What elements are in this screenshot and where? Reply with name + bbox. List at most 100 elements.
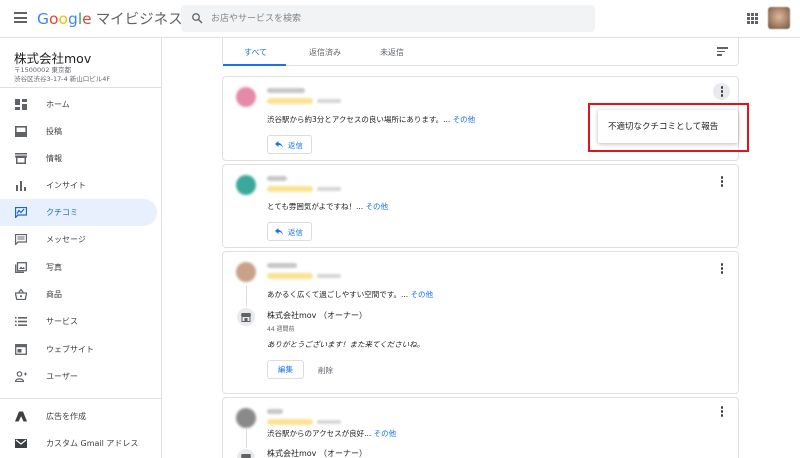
sidebar-item-custom-gmail[interactable]: カスタム Gmail アドレス (0, 430, 157, 457)
more-vert-icon[interactable] (720, 176, 724, 188)
sidebar-item-label: ユーザー (46, 372, 78, 381)
sidebar-item-home[interactable]: ホーム (0, 91, 157, 118)
rating-stars (267, 419, 313, 425)
tab-unreplied[interactable]: 未返信 (380, 47, 404, 58)
sidebar-item-label: ウェブサイト (46, 345, 94, 354)
reviewer-name (267, 88, 305, 93)
sort-icon[interactable] (717, 47, 728, 56)
delete-reply-button[interactable]: 削除 (318, 365, 333, 376)
business-name: 株式会社mov (14, 51, 92, 66)
sidebar-item-label: 広告を作成 (46, 412, 86, 421)
review-date (317, 274, 341, 278)
store-icon (241, 313, 251, 322)
google-ads-icon (15, 411, 27, 422)
reviewer-avatar (236, 175, 256, 195)
owner-name: 株式会社mov （オーナー） (267, 449, 367, 458)
message-icon (15, 234, 27, 245)
sidebar-item-label: 投稿 (46, 127, 62, 136)
dashboard-icon (15, 99, 27, 110)
tab-all[interactable]: すべて (244, 47, 267, 58)
edit-reply-button[interactable]: 編集 (267, 360, 304, 379)
review-text: とても雰囲気がよですね！... その他 (267, 202, 389, 211)
search-bar[interactable] (181, 5, 595, 32)
sidebar-item-label: カスタム Gmail アドレス (46, 439, 139, 448)
google-my-business-logo[interactable]: Google マイビジネス (37, 8, 183, 29)
owner-store-avatar (237, 449, 255, 458)
account-avatar[interactable] (768, 7, 790, 29)
more-vert-icon[interactable] (720, 263, 724, 275)
review-text: あかるく広くて過ごしやすい空間です。... その他 (267, 290, 434, 299)
reviewer-name (267, 176, 287, 181)
rating-stars (267, 186, 313, 192)
sidebar-item-products[interactable]: 商品 (0, 281, 157, 308)
hamburger-menu-icon[interactable] (14, 12, 27, 23)
active-tab-indicator (223, 64, 286, 66)
reviewer-avatar (236, 408, 256, 428)
review-date (317, 99, 341, 103)
sidebar-item-users[interactable]: ユーザー (0, 363, 157, 390)
sidebar: 株式会社mov 〒1500002 東京都 渋谷区渋谷3-17-4 新山口ビル4F… (0, 38, 162, 458)
sidebar-item-website[interactable]: ウェブサイト (0, 336, 157, 363)
rating-stars (267, 98, 313, 104)
tab-replied[interactable]: 返信済み (309, 47, 341, 58)
sidebar-item-create-ad[interactable]: 広告を作成 (0, 403, 157, 430)
list-icon (15, 317, 27, 326)
owner-name: 株式会社mov （オーナー） (267, 311, 367, 320)
apps-grid-icon[interactable] (747, 13, 758, 24)
store-icon (241, 454, 251, 458)
product-name: マイビジネス (95, 12, 183, 28)
sidebar-item-posts[interactable]: 投稿 (0, 118, 157, 145)
rating-stars (267, 273, 313, 279)
review-date (317, 420, 341, 424)
reviews-content: すべて 返信済み 未返信 渋谷駅から約3分とアクセスの良い場所にあります。...… (162, 38, 800, 458)
add-person-icon (15, 371, 27, 382)
reviews-icon (15, 207, 27, 218)
sidebar-item-reviews[interactable]: クチコミ (0, 199, 157, 226)
website-icon (15, 344, 27, 355)
sidebar-item-services[interactable]: サービス (0, 308, 157, 335)
sidebar-divider (0, 398, 161, 399)
more-vert-icon[interactable] (720, 86, 724, 98)
reviewer-name (267, 263, 297, 268)
top-app-bar: Google マイビジネス (0, 0, 800, 38)
reviewer-name (267, 409, 283, 414)
reviewer-avatar (236, 87, 256, 107)
review-date (317, 187, 341, 191)
sidebar-item-info[interactable]: 情報 (0, 145, 157, 172)
thread-line (246, 286, 247, 306)
sidebar-divider (0, 87, 161, 88)
review-text: 渋谷駅から約3分とアクセスの良い場所にあります。... その他 (267, 115, 476, 124)
sidebar-item-label: クチコミ (46, 208, 78, 217)
sidebar-item-photos[interactable]: 写真 (0, 254, 157, 281)
insights-bar-icon (16, 181, 26, 191)
review-card: とても雰囲気がよですね！... その他 返信 (222, 164, 739, 248)
owner-reply-text: ありがとうございます！また来てくださいね。 (267, 340, 425, 349)
reply-arrow-icon (275, 141, 283, 148)
sidebar-item-label: メッセージ (46, 235, 86, 244)
photo-icon (15, 262, 27, 273)
more-link[interactable]: その他 (453, 115, 476, 124)
sidebar-item-label: インサイト (46, 181, 86, 190)
thread-line (246, 428, 247, 448)
more-link[interactable]: その他 (374, 429, 397, 438)
review-card: あかるく広くて過ごしやすい空間です。... その他 株式会社mov （オーナー）… (222, 251, 739, 394)
more-link[interactable]: その他 (411, 290, 434, 299)
store-info-icon (15, 153, 27, 164)
reply-button[interactable]: 返信 (267, 222, 312, 241)
sidebar-item-insights[interactable]: インサイト (0, 172, 157, 199)
search-icon[interactable] (191, 12, 203, 24)
sidebar-item-label: 商品 (46, 290, 62, 299)
search-input[interactable] (211, 9, 581, 28)
more-link[interactable]: その他 (366, 202, 389, 211)
review-text: 渋谷駅からのアクセスが良好... その他 (267, 429, 397, 438)
review-filter-tabs: すべて 返信済み 未返信 (222, 38, 739, 66)
gmail-icon (15, 439, 27, 448)
sidebar-item-messages[interactable]: メッセージ (0, 226, 157, 253)
owner-store-avatar (237, 308, 255, 326)
annotation-highlight-box (588, 103, 749, 152)
sidebar-item-label: 写真 (46, 263, 62, 272)
business-address: 〒1500002 東京都 渋谷区渋谷3-17-4 新山口ビル4F (14, 66, 111, 83)
more-vert-icon[interactable] (720, 406, 724, 418)
basket-icon (15, 289, 27, 300)
reply-button[interactable]: 返信 (267, 135, 312, 154)
